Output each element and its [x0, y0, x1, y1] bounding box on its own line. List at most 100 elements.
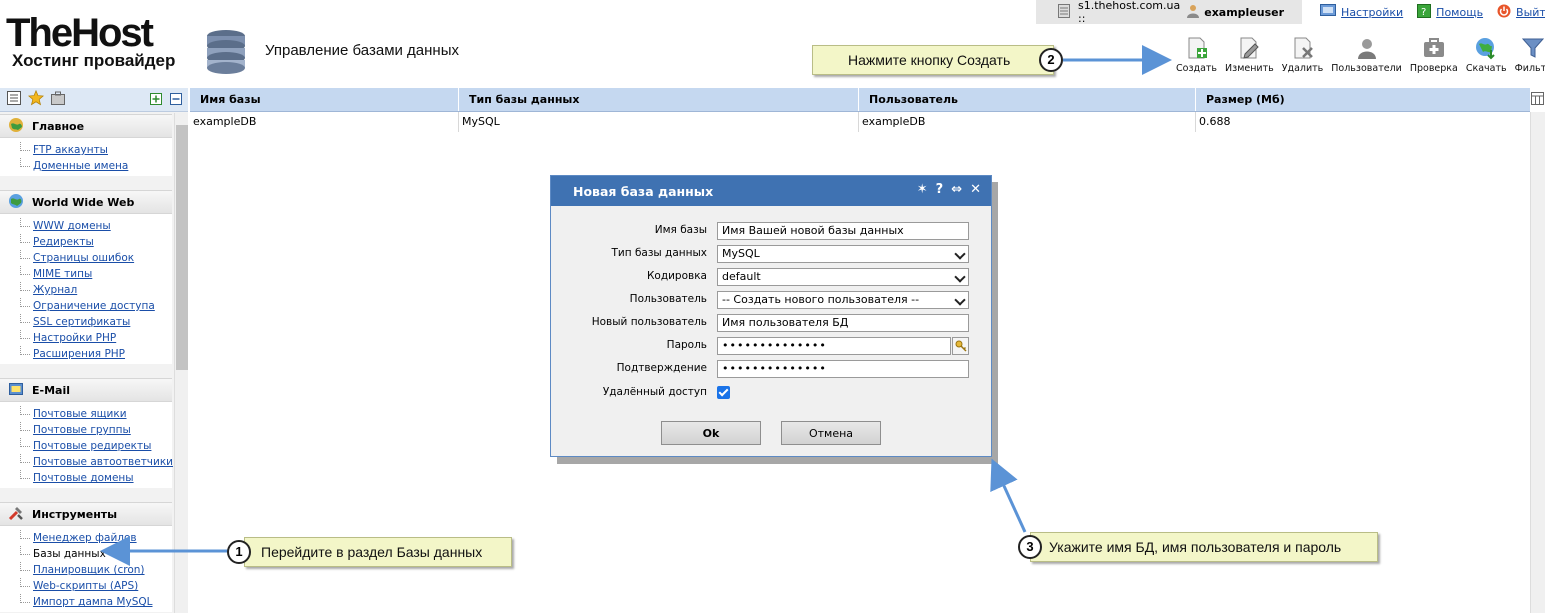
- filter-button[interactable]: Фильтр: [1515, 36, 1545, 74]
- download-label: Скачать: [1465, 63, 1507, 74]
- sidebar: Главное FTP аккаунты Доменные имена Worl…: [0, 88, 188, 613]
- users-label: Пользователи: [1331, 63, 1402, 74]
- password-input[interactable]: ••••••••••••••: [717, 337, 951, 355]
- content-scrollbar[interactable]: [1530, 112, 1545, 613]
- sidebar-item-php-ext[interactable]: Расширения PHP: [20, 346, 172, 362]
- globe-download-icon: [1476, 38, 1495, 60]
- collapse-all-icon[interactable]: [170, 93, 182, 108]
- sidebar-item-log[interactable]: Журнал: [20, 282, 172, 298]
- sidebar-scrollbar-thumb[interactable]: [176, 125, 188, 370]
- sidebar-item-www-domains[interactable]: WWW домены: [20, 218, 172, 234]
- sidebar-group-header[interactable]: Главное: [0, 114, 172, 138]
- expand-all-icon[interactable]: [150, 93, 162, 108]
- sidebar-scrollbar[interactable]: [174, 113, 188, 613]
- ok-button[interactable]: Ok: [661, 421, 761, 445]
- sidebar-item-mailboxes[interactable]: Почтовые ящики: [20, 406, 172, 422]
- tools-icon: [8, 505, 24, 524]
- form-row-confirm: Подтверждение ••••••••••••••: [551, 360, 991, 379]
- globe-icon: [8, 193, 24, 212]
- briefcase-icon[interactable]: [50, 90, 66, 109]
- cell-db-name: exampleDB: [190, 112, 459, 132]
- remote-access-checkbox[interactable]: [717, 386, 730, 399]
- database-icon: [205, 28, 247, 77]
- callout-1-badge: 1: [227, 540, 251, 564]
- encoding-select[interactable]: default: [717, 268, 969, 286]
- column-header[interactable]: Пользователь: [859, 88, 1196, 111]
- sidebar-item-mime[interactable]: MIME типы: [20, 266, 172, 282]
- form-row-db-name: Имя базы Имя Вашей новой базы данных: [551, 222, 991, 241]
- maximize-icon[interactable]: ⇔: [951, 183, 962, 197]
- tree-view-icon[interactable]: [6, 90, 22, 109]
- download-button[interactable]: Скачать: [1466, 36, 1507, 74]
- new-user-input[interactable]: Имя пользователя БД: [717, 314, 969, 332]
- sidebar-item-redirects[interactable]: Редиректы: [20, 234, 172, 250]
- sidebar-group-header[interactable]: Инструменты: [0, 502, 172, 526]
- sidebar-toolbar: [0, 88, 188, 112]
- home-globe-icon: [8, 117, 24, 136]
- sidebar-item-error-pages[interactable]: Страницы ошибок: [20, 250, 172, 266]
- server-name: s1.thehost.com.ua ::: [1078, 0, 1181, 25]
- edit-icon: [1240, 37, 1260, 59]
- help-link[interactable]: ? Помощь: [1417, 3, 1484, 21]
- sidebar-item-php-settings[interactable]: Настройки PHP: [20, 330, 172, 346]
- table-header: Имя базы Тип базы данных Пользователь Ра…: [190, 88, 1530, 112]
- cell-db-user: exampleDB: [859, 112, 1196, 132]
- column-header[interactable]: Тип базы данных: [459, 88, 859, 111]
- users-button[interactable]: Пользователи: [1331, 36, 1402, 74]
- cancel-button[interactable]: Отмена: [781, 421, 881, 445]
- form-row-new-user: Новый пользователь Имя пользователя БД: [551, 314, 991, 333]
- sidebar-item-ssl[interactable]: SSL сертификаты: [20, 314, 172, 330]
- check-label: Проверка: [1409, 63, 1458, 74]
- callout-3: Укажите имя БД, имя пользователя и парол…: [1030, 532, 1378, 562]
- mail-icon: [8, 381, 24, 400]
- remote-label: Удалённый доступ: [602, 386, 707, 398]
- db-name-input[interactable]: Имя Вашей новой базы данных: [717, 222, 969, 240]
- callout-1-text: Перейдите в раздел Базы данных: [261, 544, 483, 560]
- generate-password-button[interactable]: [952, 337, 969, 355]
- sidebar-item-mysql-import[interactable]: Импорт дампа MySQL: [20, 594, 172, 610]
- column-header[interactable]: Имя базы: [190, 88, 459, 111]
- sidebar-item-file-manager[interactable]: Менеджер файлов: [20, 530, 172, 546]
- delete-button[interactable]: Удалить: [1282, 36, 1323, 74]
- pin-icon[interactable]: ✶: [917, 183, 928, 197]
- db-name-label: Имя базы: [654, 224, 707, 236]
- columns-settings-icon[interactable]: [1531, 92, 1544, 108]
- logout-link[interactable]: Выйти: [1497, 4, 1545, 21]
- help-icon[interactable]: ?: [936, 183, 944, 197]
- sidebar-group-header[interactable]: E-Mail: [0, 378, 172, 402]
- callout-2-badge: 2: [1039, 48, 1063, 72]
- table-row[interactable]: exampleDB MySQL exampleDB 0.688: [190, 112, 1530, 132]
- create-icon: [1188, 37, 1207, 59]
- settings-link[interactable]: Настройки: [1320, 3, 1403, 21]
- sidebar-item-ftp[interactable]: FTP аккаунты: [20, 142, 172, 158]
- dialog-header[interactable]: Новая база данных ✶ ? ⇔ ✕: [551, 176, 991, 206]
- sidebar-item-access[interactable]: Ограничение доступа: [20, 298, 172, 314]
- sidebar-item-databases[interactable]: Базы данных: [20, 546, 172, 562]
- sidebar-item-mail-groups[interactable]: Почтовые группы: [20, 422, 172, 438]
- server-icon: [1058, 3, 1070, 21]
- help-label: Помощь: [1436, 5, 1484, 19]
- form-row-db-type: Тип базы данных MySQL: [551, 245, 991, 264]
- sidebar-item-cron[interactable]: Планировщик (cron): [20, 562, 172, 578]
- create-label: Создать: [1176, 63, 1218, 74]
- user-select[interactable]: -- Создать нового пользователя --: [717, 291, 969, 309]
- check-button[interactable]: Проверка: [1410, 36, 1458, 74]
- sidebar-item-mail-domains[interactable]: Почтовые домены: [20, 470, 172, 486]
- sidebar-group-header[interactable]: World Wide Web: [0, 190, 172, 214]
- column-header[interactable]: Размер (Мб): [1196, 88, 1530, 111]
- arrow-3: [990, 458, 1027, 533]
- favorites-star-icon[interactable]: [27, 89, 45, 109]
- sidebar-item-mail-redirects[interactable]: Почтовые редиректы: [20, 438, 172, 454]
- confirm-input[interactable]: ••••••••••••••: [717, 360, 969, 378]
- close-icon[interactable]: ✕: [970, 183, 981, 197]
- db-type-select[interactable]: MySQL: [717, 245, 969, 263]
- password-label: Пароль: [666, 339, 707, 351]
- first-aid-icon: [1423, 38, 1444, 57]
- sidebar-item-autoresponders[interactable]: Почтовые автоответчики: [20, 454, 173, 470]
- sidebar-item-domains[interactable]: Доменные имена: [20, 158, 172, 174]
- filter-label: Фильтр: [1514, 63, 1545, 74]
- create-button[interactable]: Создать: [1176, 36, 1217, 74]
- sidebar-item-aps[interactable]: Web-скрипты (APS): [20, 578, 172, 594]
- edit-button[interactable]: Изменить: [1225, 36, 1274, 74]
- group-title: World Wide Web: [32, 195, 135, 209]
